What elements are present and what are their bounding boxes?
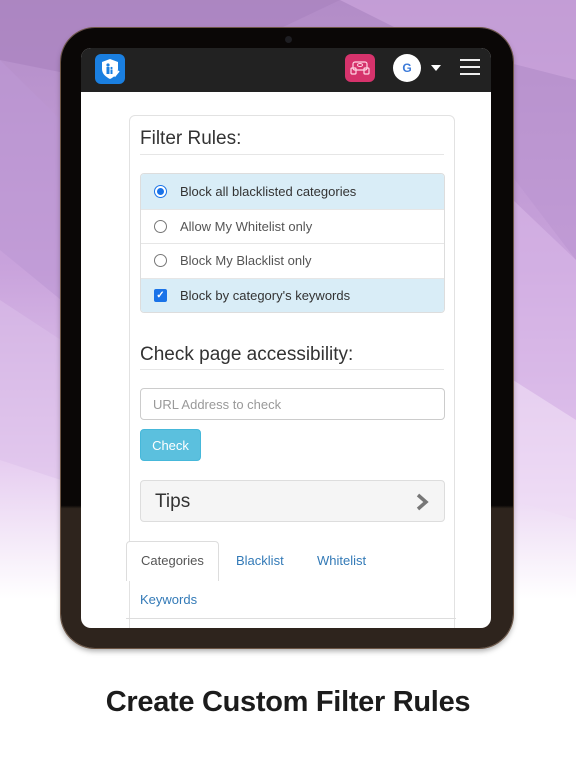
rule-label: Block all blacklisted categories [180, 183, 357, 199]
filter-rules-title: Filter Rules: [140, 128, 242, 149]
url-input[interactable] [140, 388, 445, 420]
radio-checked[interactable] [154, 184, 167, 198]
tips-accordion[interactable]: Tips [140, 480, 445, 522]
rule-block-all-blacklisted[interactable]: Block all blacklisted categories [141, 174, 444, 209]
tips-label: Tips [155, 491, 191, 512]
promo-caption: Create Custom Filter Rules [105, 686, 471, 718]
filter-panel: Filter Rules: Block all blacklisted cate… [126, 115, 456, 628]
navbar: G [81, 48, 491, 92]
rule-label: Allow My Whitelist only [180, 218, 313, 234]
rule-label: Block by category's keywords [180, 287, 351, 303]
user-avatar[interactable]: G [393, 54, 421, 82]
app-screen: G Filter Rules: Block all blacklisted ca… [81, 48, 491, 628]
rule-block-by-keywords[interactable]: ✓ Block by category's keywords [141, 277, 444, 312]
tab-whitelist[interactable]: Whitelist [317, 553, 366, 568]
caret-down-icon[interactable] [431, 65, 441, 71]
car-button[interactable] [345, 54, 375, 82]
checkbox-checked[interactable]: ✓ [154, 288, 167, 302]
app-logo[interactable] [95, 54, 125, 84]
shield-family-icon [102, 59, 120, 79]
tab-blacklist[interactable]: Blacklist [236, 553, 284, 568]
tab-categories[interactable]: Categories [126, 541, 219, 581]
divider [140, 154, 444, 155]
camera-dot [285, 36, 292, 43]
filter-rules-list: Block all blacklisted categories Allow M… [140, 173, 445, 313]
hamburger-icon[interactable] [460, 59, 480, 75]
check-button[interactable]: Check [140, 429, 201, 461]
rule-block-blacklist-only[interactable]: Block My Blacklist only [141, 243, 444, 278]
chevron-right-icon [416, 493, 429, 511]
rule-label: Block My Blacklist only [180, 253, 312, 269]
rule-allow-whitelist-only[interactable]: Allow My Whitelist only [141, 208, 444, 243]
divider [140, 369, 444, 370]
radio-unchecked[interactable] [154, 254, 167, 268]
tab-keywords[interactable]: Keywords [140, 592, 197, 607]
accessibility-title: Check page accessibility: [140, 344, 354, 365]
radio-unchecked[interactable] [154, 219, 167, 233]
car-icon [350, 61, 370, 75]
tabs-divider [126, 618, 456, 619]
